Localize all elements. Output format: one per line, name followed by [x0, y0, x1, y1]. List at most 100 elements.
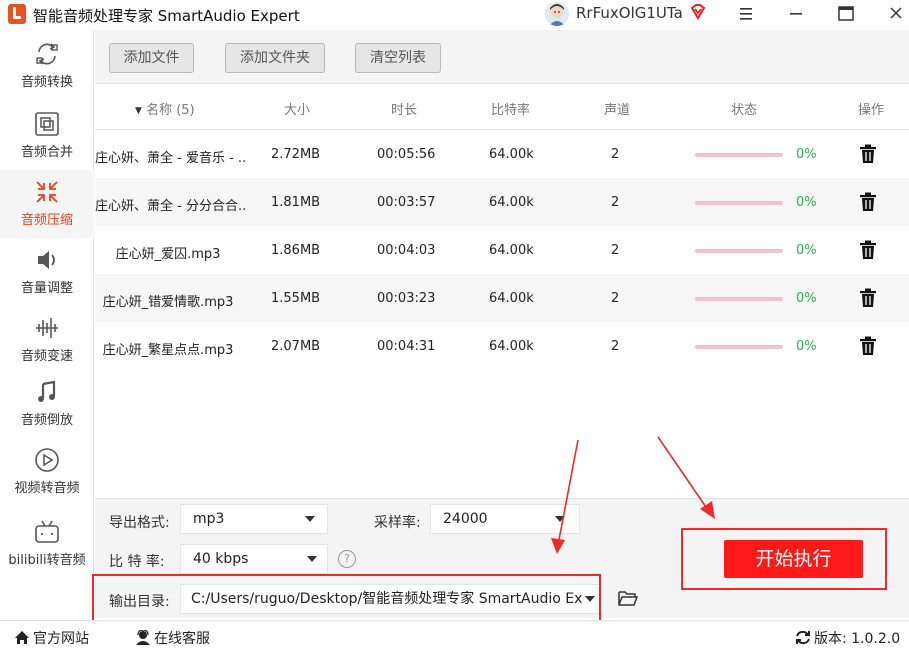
bilibili-tv-icon — [35, 520, 59, 543]
file-size: 2.72MB — [271, 147, 321, 162]
speed-icon — [36, 318, 58, 338]
sidebar-item-label: 音量调整 — [20, 281, 73, 296]
minimize-icon[interactable] — [785, 4, 807, 24]
file-channels: 2 — [611, 339, 620, 354]
title-bar: 智能音频处理专家 SmartAudio Expert RrFuxOlG1UTa — [0, 0, 909, 30]
version-info[interactable]: 版本: 1.0.2.0 — [795, 628, 900, 648]
file-size: 1.86MB — [271, 243, 321, 258]
add-file-button[interactable]: 添加文件 — [109, 43, 194, 73]
file-channels: 2 — [611, 195, 620, 210]
table-row[interactable]: 庄心妍_爱囚.mp3 1.86MB 00:04:03 64.00k 2 0% — [95, 226, 909, 274]
file-name: 庄心妍_错爱情歌.mp3 — [102, 295, 234, 310]
trash-icon[interactable] — [859, 192, 877, 212]
trash-icon[interactable] — [859, 336, 877, 356]
sidebar: 音频转换 音频合并 音频压缩 音量调整 音频变速 音频倒放 视频转音频 bili… — [0, 30, 94, 620]
sidebar-item-reverse[interactable]: 音频倒放 — [0, 378, 94, 434]
sidebar-item-label: 音频转换 — [20, 75, 73, 90]
support-link[interactable]: 在线客服 — [135, 628, 210, 648]
audio-merge-icon — [35, 112, 59, 136]
format-select[interactable]: mp3 — [180, 504, 328, 534]
column-channels-header[interactable]: 声道 — [604, 99, 630, 118]
sidebar-item-audio-convert[interactable]: 音频转换 — [0, 40, 94, 100]
file-bitrate: 64.00k — [489, 195, 534, 210]
sidebar-item-audio-compress[interactable]: 音频压缩 — [0, 170, 94, 238]
bitrate-select[interactable]: 40 kbps — [180, 544, 328, 574]
vip-diamond-icon[interactable] — [689, 3, 707, 21]
sidebar-item-label: bilibili转音频 — [8, 553, 86, 568]
sidebar-item-audio-merge[interactable]: 音频合并 — [0, 110, 94, 166]
column-size-header[interactable]: 大小 — [284, 99, 310, 118]
home-icon — [15, 631, 29, 644]
chevron-down-icon — [555, 516, 565, 522]
progress-bar — [695, 201, 783, 205]
file-bitrate: 64.00k — [489, 339, 534, 354]
chevron-down-icon — [305, 516, 315, 522]
support-agent-icon — [136, 630, 150, 645]
file-name: 庄心妍、萧全 - 分分合合.... — [95, 199, 245, 214]
add-folder-button[interactable]: 添加文件夹 — [225, 43, 325, 73]
progress-percent: 0% — [796, 291, 817, 306]
close-icon[interactable] — [885, 4, 907, 24]
format-label: 导出格式: — [109, 515, 170, 531]
trash-icon[interactable] — [859, 288, 877, 308]
chevron-down-icon — [307, 556, 317, 562]
user-avatar[interactable] — [545, 2, 569, 26]
folder-open-icon[interactable] — [618, 589, 638, 607]
sidebar-item-label: 音频倒放 — [20, 413, 73, 428]
volume-icon — [38, 251, 55, 269]
settings-panel: 导出格式: mp3 采样率: 24000 比 特 率: 40 kbps ? 输出… — [92, 498, 909, 632]
samplerate-label: 采样率: — [374, 515, 421, 531]
maximize-icon[interactable] — [835, 4, 857, 24]
file-table: ▼ 名称 (5) 大小 时长 比特率 声道 状态 操作 庄心妍、萧全 - 爱音乐… — [95, 84, 909, 498]
file-size: 2.07MB — [271, 339, 321, 354]
format-value: mp3 — [193, 511, 225, 527]
progress-percent: 0% — [796, 339, 817, 354]
bitrate-label: 比 特 率: — [109, 554, 165, 570]
user-name[interactable]: RrFuxOlG1UTa — [576, 4, 683, 22]
table-row[interactable]: 庄心妍、萧全 - 分分合合.... 1.81MB 00:03:57 64.00k 2 0% — [95, 178, 909, 226]
table-row[interactable]: 庄心妍、萧全 - 爱音乐 - ... 2.72MB 00:05:56 64.00k 2 0… — [95, 130, 909, 178]
sidebar-item-label: 音频合并 — [20, 145, 73, 160]
column-action-header: 操作 — [858, 103, 885, 118]
file-duration: 00:05:56 — [377, 147, 436, 162]
start-button[interactable]: 开始执行 — [724, 540, 863, 578]
samplerate-value: 24000 — [443, 511, 488, 527]
file-duration: 00:03:23 — [377, 291, 436, 306]
sidebar-item-label: 音频变速 — [20, 349, 73, 364]
file-size: 1.81MB — [271, 195, 321, 210]
column-duration-header[interactable]: 时长 — [391, 99, 417, 118]
sidebar-item-volume[interactable]: 音量调整 — [0, 246, 94, 302]
file-name: 庄心妍、萧全 - 爱音乐 - ... — [95, 151, 245, 166]
file-channels: 2 — [611, 243, 620, 258]
file-duration: 00:04:03 — [377, 243, 436, 258]
progress-percent: 0% — [796, 195, 817, 210]
progress-bar — [695, 249, 783, 253]
audio-convert-icon — [36, 43, 58, 65]
table-row[interactable]: 庄心妍_错爱情歌.mp3 1.55MB 00:03:23 64.00k 2 0% — [95, 274, 909, 322]
sidebar-item-label: 音频压缩 — [20, 213, 73, 228]
trash-icon[interactable] — [859, 240, 877, 260]
sort-desc-icon: ▼ — [135, 106, 142, 116]
sidebar-item-video-to-audio[interactable]: 视频转音频 — [0, 446, 94, 502]
bitrate-value: 40 kbps — [193, 551, 249, 567]
refresh-icon — [796, 630, 810, 645]
sidebar-item-speed[interactable]: 音频变速 — [0, 314, 94, 370]
trash-icon[interactable] — [859, 144, 877, 164]
column-bitrate-header[interactable]: 比特率 — [491, 99, 530, 118]
website-link[interactable]: 官方网站 — [14, 628, 89, 648]
music-note-icon — [38, 380, 56, 402]
file-name: 庄心妍_爱囚.mp3 — [115, 247, 221, 262]
file-bitrate: 64.00k — [489, 291, 534, 306]
help-icon[interactable]: ? — [338, 550, 356, 568]
audio-compress-icon — [36, 181, 58, 203]
menu-icon[interactable] — [735, 4, 757, 24]
sidebar-item-bilibili[interactable]: bilibili转音频 — [0, 518, 94, 574]
column-name-header[interactable]: ▼ 名称 (5) — [135, 99, 195, 118]
app-logo-icon — [8, 4, 26, 24]
table-header: ▼ 名称 (5) 大小 时长 比特率 声道 状态 操作 — [95, 84, 909, 130]
file-name: 庄心妍_繁星点点.mp3 — [102, 343, 234, 358]
samplerate-select[interactable]: 24000 — [430, 504, 580, 534]
file-channels: 2 — [611, 147, 620, 162]
table-row[interactable]: 庄心妍_繁星点点.mp3 2.07MB 00:04:31 64.00k 2 0% — [95, 322, 909, 370]
clear-list-button[interactable]: 清空列表 — [355, 43, 441, 73]
